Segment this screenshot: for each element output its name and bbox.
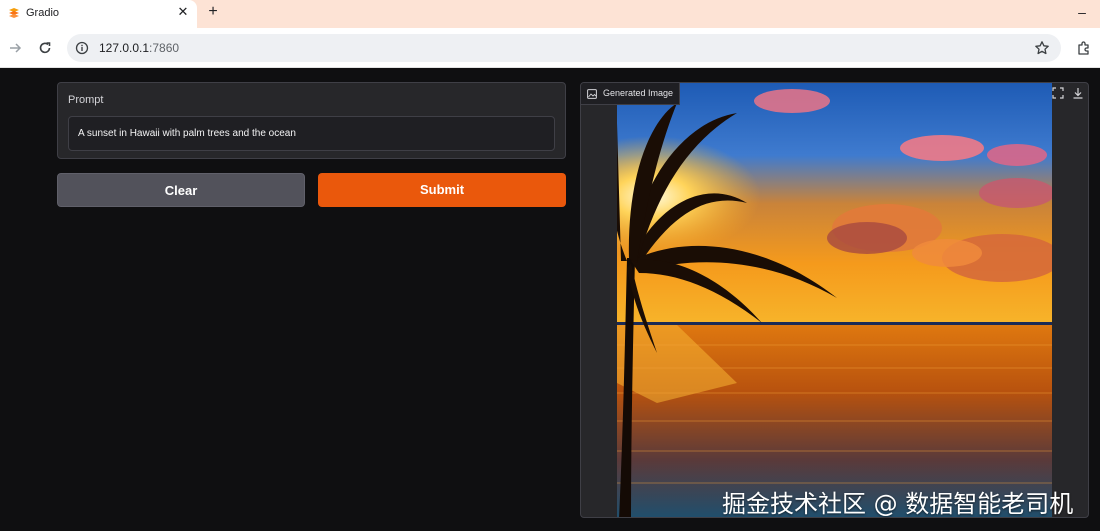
browser-toolbar: 127.0.0.1:7860 xyxy=(0,28,1100,68)
reload-icon[interactable] xyxy=(37,40,53,56)
download-icon[interactable] xyxy=(1071,86,1085,100)
generated-image xyxy=(617,83,1052,517)
prompt-input[interactable]: A sunset in Hawaii with palm trees and t… xyxy=(68,116,555,151)
extensions-icon[interactable] xyxy=(1076,40,1092,56)
fullscreen-icon[interactable] xyxy=(1051,86,1065,100)
generated-image-block: Generated Image xyxy=(580,82,1089,518)
gradio-app: Prompt A sunset in Hawaii with palm tree… xyxy=(0,69,1100,531)
address-bar[interactable]: 127.0.0.1:7860 xyxy=(67,34,1061,62)
prompt-label: Prompt xyxy=(68,94,104,106)
submit-button[interactable]: Submit xyxy=(318,173,566,207)
clear-button[interactable]: Clear xyxy=(57,173,305,207)
url-port: :7860 xyxy=(149,41,180,55)
plus-icon[interactable]: + xyxy=(205,3,221,21)
back-arrow-icon[interactable] xyxy=(7,40,23,56)
star-icon[interactable] xyxy=(1034,40,1050,56)
minimize-icon[interactable]: – xyxy=(1074,5,1090,19)
browser-tab-strip: Gradio ✕ + – xyxy=(0,0,1100,28)
watermark: 掘金技术社区 @ 数据智能老司机 xyxy=(722,490,1074,518)
prompt-block: Prompt A sunset in Hawaii with palm tree… xyxy=(57,82,566,159)
image-icon xyxy=(587,89,597,99)
gradio-favicon-icon xyxy=(9,8,19,18)
generated-image-label: Generated Image xyxy=(581,83,681,105)
url-host: 127.0.0.1 xyxy=(99,41,150,55)
tab-title: Gradio xyxy=(26,7,60,19)
browser-tab[interactable]: Gradio ✕ xyxy=(0,0,197,28)
close-icon[interactable]: ✕ xyxy=(176,5,190,19)
url-text[interactable]: 127.0.0.1:7860 xyxy=(99,41,179,55)
generated-image-label-text: Generated Image xyxy=(603,88,674,98)
info-icon[interactable] xyxy=(75,41,89,55)
